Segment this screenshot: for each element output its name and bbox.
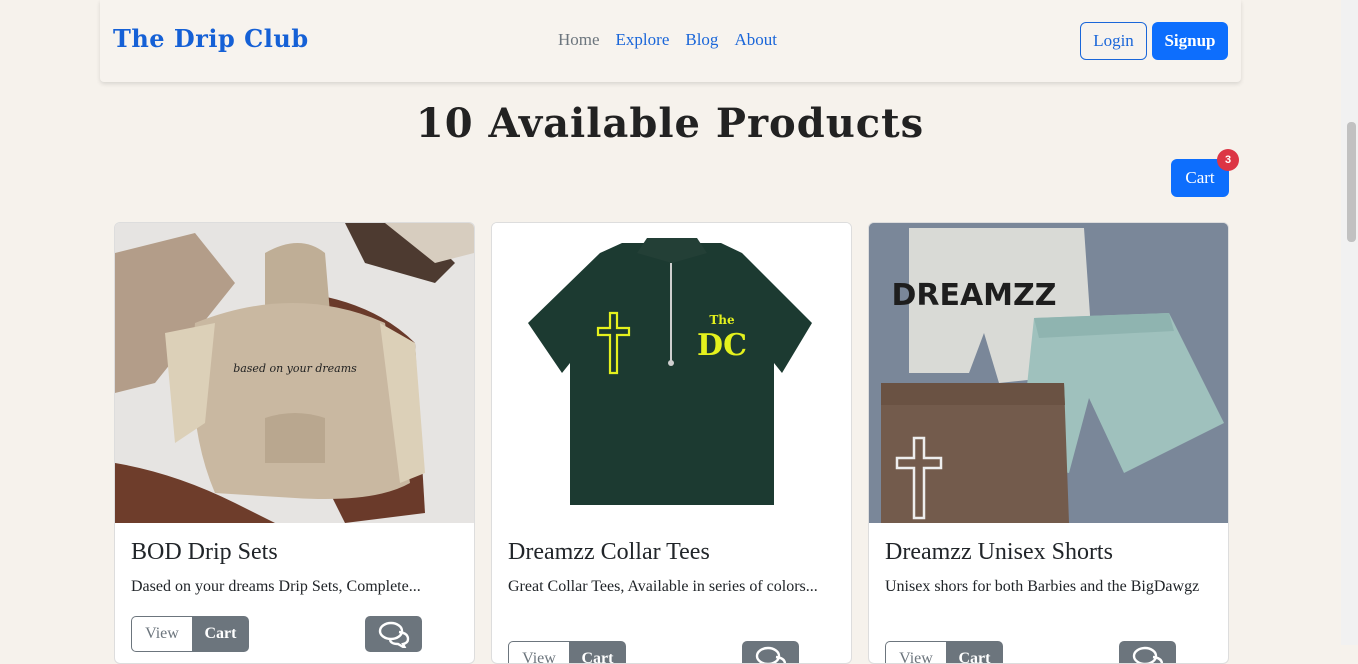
nav-link-explore[interactable]: Explore	[616, 30, 670, 50]
page-title: 10 Available Products	[415, 100, 925, 147]
view-button[interactable]: View	[508, 641, 569, 663]
comments-icon	[755, 646, 786, 663]
cart-count-badge: 3	[1217, 149, 1239, 171]
product-image[interactable]: The DC	[492, 223, 851, 523]
comments-icon	[378, 621, 409, 648]
comments-icon	[1132, 646, 1163, 663]
add-to-cart-button[interactable]: Cart	[946, 641, 1003, 663]
scrollbar-thumb[interactable]	[1347, 122, 1356, 242]
product-description: Dased on your dreams Drip Sets, Complete…	[131, 578, 421, 595]
view-button[interactable]: View	[131, 616, 192, 652]
add-to-cart-button[interactable]: Cart	[569, 641, 626, 663]
product-action-group: View Cart	[885, 641, 1003, 663]
nav-link-about[interactable]: About	[734, 30, 777, 50]
product-description: Great Collar Tees, Available in series o…	[508, 578, 818, 595]
navbar: The Drip Club Home Explore Blog About Lo…	[100, 0, 1241, 82]
product-title[interactable]: Dreamzz Collar Tees	[508, 539, 710, 566]
brand-logo[interactable]: The Drip Club	[113, 24, 309, 53]
svg-text:DC: DC	[697, 328, 747, 363]
add-to-cart-button[interactable]: Cart	[192, 616, 249, 652]
hoodie-print: based on your dreams	[233, 362, 357, 375]
product-image[interactable]: based on your dreams	[115, 223, 474, 523]
comments-button[interactable]	[742, 641, 799, 663]
product-card: The DC Dreamzz Collar Tees Great Collar …	[491, 222, 852, 664]
product-action-group: View Cart	[131, 616, 249, 652]
product-title[interactable]: BOD Drip Sets	[131, 539, 278, 566]
signup-button[interactable]: Signup	[1152, 22, 1228, 60]
svg-text:The: The	[709, 313, 735, 327]
product-description: Unisex shors for both Barbies and the Bi…	[885, 578, 1200, 595]
comments-button[interactable]	[1119, 641, 1176, 663]
nav-links: Home Explore Blog About	[558, 30, 777, 50]
product-card: DREAMZZ Dreamzz Unisex Shorts Unisex sho…	[868, 222, 1229, 664]
nav-link-blog[interactable]: Blog	[685, 30, 718, 50]
product-action-group: View Cart	[508, 641, 626, 663]
product-card: based on your dreams BOD Drip Sets Dased…	[114, 222, 475, 664]
comments-button[interactable]	[365, 616, 422, 652]
product-image[interactable]: DREAMZZ	[869, 223, 1228, 523]
login-button[interactable]: Login	[1080, 22, 1147, 60]
shorts-print: DREAMZZ	[891, 278, 1056, 313]
product-title[interactable]: Dreamzz Unisex Shorts	[885, 539, 1113, 566]
view-button[interactable]: View	[885, 641, 946, 663]
page-scrollbar[interactable]	[1341, 0, 1358, 645]
nav-link-home[interactable]: Home	[558, 30, 600, 50]
